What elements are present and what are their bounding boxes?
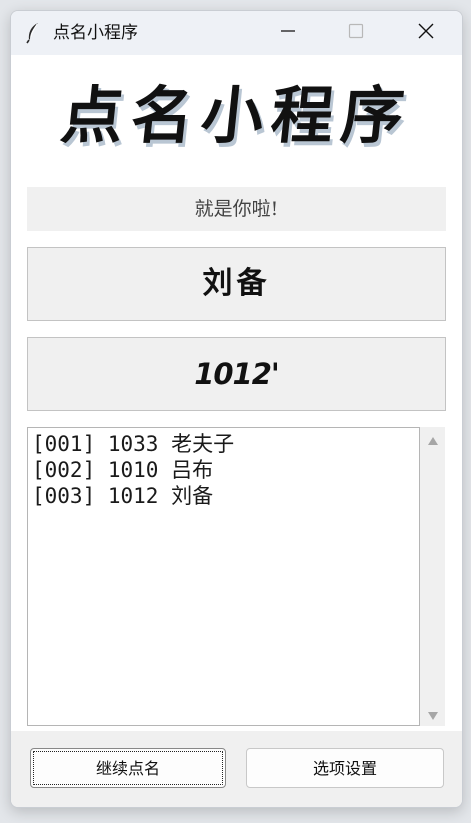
scroll-up-button[interactable]: [420, 429, 445, 451]
maximize-icon: [348, 23, 364, 43]
settings-button[interactable]: 选项设置: [246, 748, 444, 788]
feather-icon: [25, 22, 41, 44]
history-list[interactable]: [001] 1033 老夫子 [002] 1010 吕布 [003] 1012 …: [27, 427, 420, 726]
list-item[interactable]: [002] 1010 吕布: [32, 457, 213, 483]
maximize-button[interactable]: [321, 11, 391, 55]
selected-name-display: 刘备: [27, 247, 446, 321]
triangle-up-icon: [427, 431, 439, 450]
list-item[interactable]: [003] 1012 刘备: [32, 483, 213, 509]
app-heading: 点名小程序: [57, 79, 416, 152]
triangle-down-icon: [427, 706, 439, 725]
button-bar: 继续点名 选项设置: [11, 731, 462, 807]
title-bar[interactable]: 点名小程序: [11, 11, 462, 55]
continue-roll-call-button[interactable]: 继续点名: [30, 748, 226, 788]
result-message: 就是你啦!: [27, 187, 446, 231]
app-window: 点名小程序 点名小程序 就是你啦! 刘备 1012' [001] 1033 老夫…: [10, 10, 463, 808]
close-button[interactable]: [391, 11, 461, 55]
selected-number-display: 1012': [27, 337, 446, 411]
scroll-down-button[interactable]: [420, 704, 445, 726]
main-content: 点名小程序 就是你啦! 刘备 1012' [001] 1033 老夫子 [002…: [11, 55, 462, 731]
close-icon: [417, 22, 435, 44]
minimize-button[interactable]: [253, 11, 323, 55]
list-item[interactable]: [001] 1033 老夫子: [32, 431, 234, 457]
minimize-icon: [280, 23, 296, 43]
window-title: 点名小程序: [53, 23, 138, 43]
history-scrollbar[interactable]: [420, 427, 445, 726]
